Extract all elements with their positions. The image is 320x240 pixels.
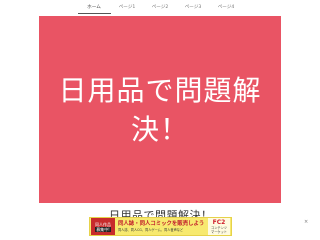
fc2-logo: FC2 コンテンツ マーケット [208, 218, 230, 235]
nav-tab-page1[interactable]: ページ1 [111, 4, 144, 11]
ad-badge-bottom: 募集中! [95, 226, 111, 232]
ad-text: 同人誌・同人コミックを販売しよう 同人誌、同人CG、同人ゲーム、同人音声など [115, 221, 208, 233]
hero-banner: 日用品で問題解決！ [39, 16, 281, 203]
nav-tab-page3[interactable]: ページ3 [177, 4, 210, 11]
top-navigation: ホーム ページ1 ページ2 ページ3 ページ4 [0, 0, 320, 16]
nav-tab-home[interactable]: ホーム [77, 4, 111, 14]
ad-badge: 同人作品 募集中! [91, 218, 115, 235]
nav-tab-page4[interactable]: ページ4 [210, 4, 243, 11]
fc2-logo-sub2: マーケット [211, 229, 227, 234]
ad-banner[interactable]: 同人作品 募集中! 同人誌・同人コミックを販売しよう 同人誌、同人CG、同人ゲー… [89, 217, 232, 236]
ad-close-icon[interactable]: × [304, 219, 308, 225]
nav-tab-page2[interactable]: ページ2 [144, 4, 177, 11]
hero-title: 日用品で問題解決！ [58, 73, 262, 146]
nav-tabs: ホーム ページ1 ページ2 ページ3 ページ4 [77, 4, 243, 14]
ad-subtext: 同人誌、同人CG、同人ゲーム、同人音声など [118, 227, 184, 232]
ad-headline: 同人誌・同人コミックを販売しよう [118, 220, 205, 227]
